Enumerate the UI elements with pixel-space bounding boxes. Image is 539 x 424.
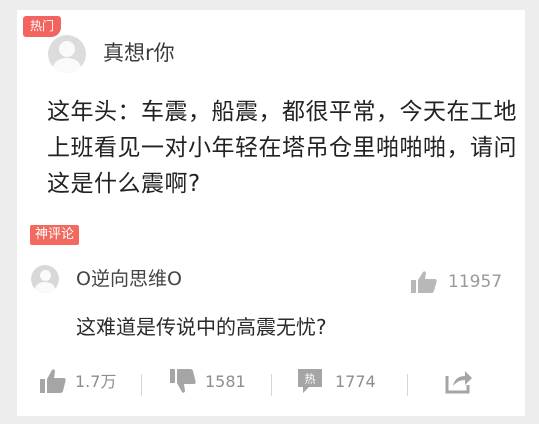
like-button[interactable]: 1.7万 xyxy=(39,364,129,400)
avatar-body xyxy=(53,58,81,73)
avatar-body xyxy=(35,282,55,293)
share-button[interactable] xyxy=(445,364,475,400)
thumbs-up-icon xyxy=(40,369,66,393)
divider xyxy=(271,374,272,396)
like-count: 1.7万 xyxy=(75,372,117,391)
author-avatar[interactable] xyxy=(48,35,86,73)
hot-icon-label: 热 xyxy=(305,373,316,386)
dislike-button[interactable]: 1581 xyxy=(169,364,259,400)
hot-comment-icon: 热 xyxy=(298,369,322,393)
action-bar: 1.7万 1581 热 1774 xyxy=(17,364,525,404)
thumbs-down-icon xyxy=(170,369,196,393)
avatar-head xyxy=(40,270,51,281)
comment-count: 1774 xyxy=(335,372,376,391)
post-text: 这年头：车震，船震，都很平常，今天在工地上班看见一对小年轻在塔吊仓里啪啪啪，请问… xyxy=(47,99,517,197)
comment-text: 这难道是传说中的高震无忧? xyxy=(76,315,327,339)
god-comment-tag: 神评论 xyxy=(30,225,80,245)
dislike-count: 1581 xyxy=(205,372,246,391)
avatar-head xyxy=(59,41,75,57)
commenter-name[interactable]: O逆向思维O xyxy=(76,266,182,292)
comment-like-button[interactable]: 11957 xyxy=(410,268,503,296)
divider xyxy=(407,374,408,396)
hot-badge: 热门 xyxy=(23,16,61,37)
comment-like-count: 11957 xyxy=(448,272,503,292)
thumbs-up-icon xyxy=(411,271,437,293)
commenter-avatar[interactable] xyxy=(31,265,59,293)
comment-button[interactable]: 热 1774 xyxy=(297,364,397,400)
post-card[interactable]: 热门 真想r你 这年头：车震，船震，都很平常，今天在工地上班看见一对小年轻在塔吊… xyxy=(17,10,525,416)
divider xyxy=(141,374,142,396)
share-icon xyxy=(445,371,472,394)
post-author[interactable]: 真想r你 xyxy=(103,39,175,67)
